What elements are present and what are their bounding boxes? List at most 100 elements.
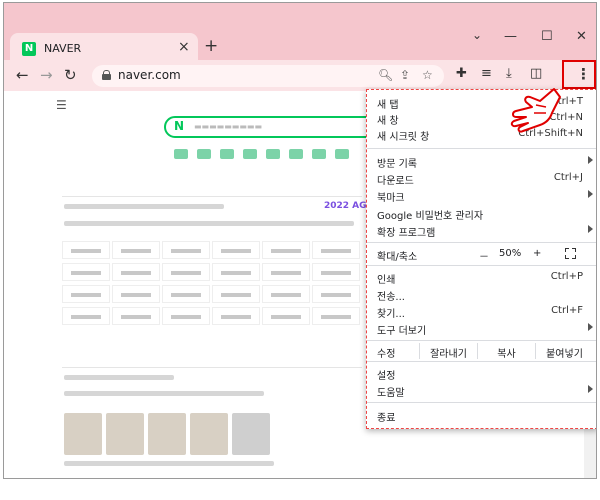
press-logo[interactable]: [212, 307, 260, 325]
submenu-arrow-icon: [588, 323, 593, 331]
shortcut-icon[interactable]: [289, 149, 303, 159]
forward-icon[interactable]: →: [40, 66, 53, 84]
press-logo[interactable]: [262, 307, 310, 325]
side-panel-icon[interactable]: ◫: [530, 66, 542, 81]
press-logo[interactable]: [112, 241, 160, 259]
menu-item-extensions[interactable]: 확장 프로그램: [367, 222, 596, 239]
press-logo[interactable]: [62, 263, 110, 281]
press-logo[interactable]: [212, 285, 260, 303]
press-logo[interactable]: [62, 307, 110, 325]
menu-label: 확장 프로그램: [377, 228, 436, 239]
menu-item-exit[interactable]: 종료: [367, 407, 596, 424]
menu-item-passwords[interactable]: Google 비밀번호 관리자: [367, 205, 596, 222]
shortcut-icons: [170, 149, 370, 173]
zoom-out-button[interactable]: －: [479, 248, 489, 263]
url-text[interactable]: naver.com: [118, 68, 181, 82]
shortcut-icon[interactable]: [266, 149, 280, 159]
fullscreen-icon[interactable]: [565, 248, 576, 259]
menu-label: 도움말: [377, 388, 405, 399]
press-logo[interactable]: [262, 285, 310, 303]
press-logo[interactable]: [162, 263, 210, 281]
cut-button[interactable]: 잘라내기: [419, 343, 477, 360]
menu-item-history[interactable]: 방문 기록: [367, 153, 596, 170]
press-logo[interactable]: [162, 241, 210, 259]
menu-label: 종료: [377, 413, 396, 424]
address-bar[interactable]: naver.com 🔍︎ ⇪ ☆: [92, 65, 444, 87]
press-logo[interactable]: [162, 307, 210, 325]
product-thumbnail[interactable]: [106, 413, 144, 455]
shortcut-icon[interactable]: [335, 149, 349, 159]
paste-button[interactable]: 붙여넣기: [535, 343, 593, 360]
zoom-magnifier-icon[interactable]: 🔍︎: [378, 68, 393, 82]
press-logo[interactable]: [262, 263, 310, 281]
search-placeholder: ▬▬▬▬▬▬▬▬▬: [194, 122, 263, 131]
extensions-puzzle-icon[interactable]: ✚: [456, 66, 467, 81]
menu-separator: [367, 402, 596, 403]
press-logo[interactable]: [62, 241, 110, 259]
shopping-header: [64, 375, 174, 380]
tab-search-chevron-icon[interactable]: ⌄: [472, 28, 482, 42]
copy-button[interactable]: 복사: [477, 343, 535, 360]
product-thumbnail[interactable]: [64, 413, 102, 455]
menu-item-incognito[interactable]: 새 시크릿 창 Ctrl+Shift+N: [367, 126, 596, 143]
menu-label: 새 시크릿 창: [377, 132, 430, 143]
close-window-button[interactable]: ✕: [576, 29, 587, 44]
menu-item-more-tools[interactable]: 도구 더보기: [367, 320, 596, 337]
menu-item-cast[interactable]: 전송...: [367, 286, 596, 303]
menu-label: 새 창: [377, 116, 399, 127]
shortcut-icon[interactable]: [312, 149, 326, 159]
reading-list-icon[interactable]: ≡: [481, 66, 492, 81]
menu-item-help[interactable]: 도움말: [367, 382, 596, 399]
submenu-arrow-icon: [588, 156, 593, 164]
press-logo[interactable]: [212, 241, 260, 259]
back-icon[interactable]: ←: [16, 66, 29, 84]
shortcut-icon[interactable]: [243, 149, 257, 159]
product-thumbnail[interactable]: [190, 413, 228, 455]
press-logo[interactable]: [262, 241, 310, 259]
menu-item-new-tab[interactable]: 새 탭 Ctrl+T: [367, 94, 596, 111]
menu-item-downloads[interactable]: 다운로드 Ctrl+J: [367, 170, 596, 187]
press-logo[interactable]: [312, 263, 360, 281]
title-bar: N NAVER × + ⌄ — ☐ ✕: [4, 3, 596, 63]
reload-icon[interactable]: ↻: [64, 66, 77, 84]
lock-icon[interactable]: [102, 70, 111, 80]
maximize-button[interactable]: ☐: [541, 29, 553, 44]
menu-shortcut: Ctrl+J: [553, 172, 583, 183]
new-tab-button[interactable]: +: [204, 36, 218, 56]
hamburger-icon[interactable]: ☰: [56, 98, 67, 112]
menu-item-bookmarks[interactable]: 북마크: [367, 187, 596, 204]
bookmark-star-icon[interactable]: ☆: [422, 68, 433, 82]
product-thumbnail[interactable]: [232, 413, 270, 455]
shortcut-icon[interactable]: [197, 149, 211, 159]
submenu-arrow-icon: [588, 385, 593, 393]
press-logo[interactable]: [312, 285, 360, 303]
press-logo[interactable]: [312, 241, 360, 259]
shortcut-icon[interactable]: [174, 149, 188, 159]
menu-label: 다운로드: [377, 176, 414, 187]
press-logo[interactable]: [112, 307, 160, 325]
tab-naver[interactable]: N NAVER ×: [10, 33, 198, 63]
tab-close-icon[interactable]: ×: [178, 39, 190, 55]
menu-item-new-window[interactable]: 새 창 Ctrl+N: [367, 110, 596, 127]
naver-search-box[interactable]: N ▬▬▬▬▬▬▬▬▬: [164, 116, 394, 138]
download-icon[interactable]: ⤓: [506, 66, 512, 81]
menu-item-print[interactable]: 인쇄 Ctrl+P: [367, 269, 596, 286]
chrome-menu-button[interactable]: ⋮: [562, 60, 596, 89]
menu-separator: [367, 148, 596, 149]
press-logo[interactable]: [212, 263, 260, 281]
press-logo[interactable]: [112, 263, 160, 281]
menu-separator: [367, 361, 596, 362]
zoom-in-button[interactable]: +: [533, 248, 541, 259]
product-thumbnail[interactable]: [148, 413, 186, 455]
shortcut-icon[interactable]: [220, 149, 234, 159]
menu-item-find[interactable]: 찾기... Ctrl+F: [367, 303, 596, 320]
menu-item-settings[interactable]: 설정: [367, 365, 596, 382]
menu-separator: [367, 242, 596, 243]
menu-label: 북마크: [377, 193, 405, 204]
press-logo[interactable]: [62, 285, 110, 303]
minimize-button[interactable]: —: [504, 29, 517, 44]
press-logo[interactable]: [112, 285, 160, 303]
press-logo[interactable]: [312, 307, 360, 325]
share-icon[interactable]: ⇪: [400, 68, 410, 82]
press-logo[interactable]: [162, 285, 210, 303]
